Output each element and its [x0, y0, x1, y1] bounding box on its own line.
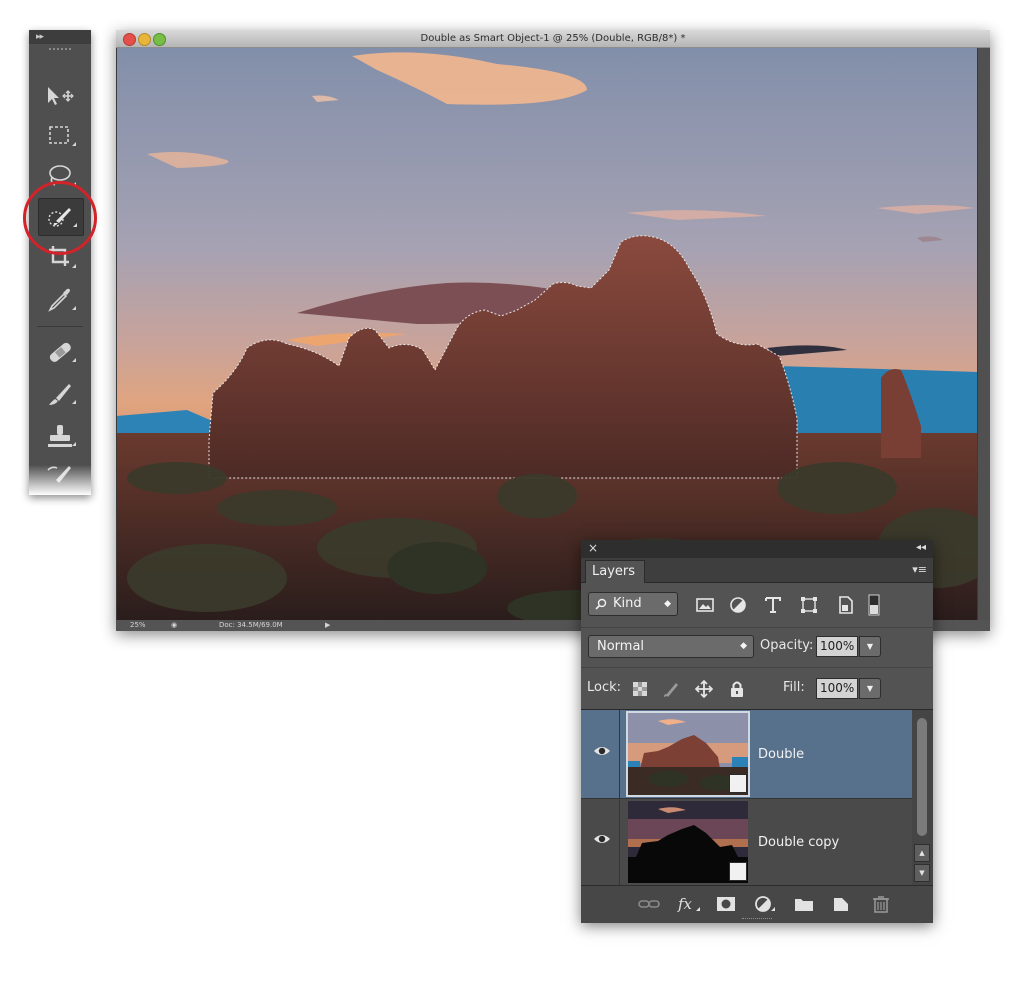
- blend-row: Normal ◆ Opacity: 100% ▼: [581, 627, 933, 668]
- link-layers-icon[interactable]: [636, 893, 662, 915]
- document-size[interactable]: Doc: 34.5M/69.0M: [219, 620, 283, 631]
- brush-icon: [49, 384, 76, 405]
- eyedropper-icon: [48, 288, 76, 312]
- filter-toggle-icon[interactable]: [867, 594, 881, 616]
- pixel-filter-icon[interactable]: [693, 594, 717, 616]
- document-title: Double as Smart Object-1 @ 25% (Double, …: [420, 33, 686, 44]
- opacity-field[interactable]: 100%: [816, 636, 858, 657]
- lasso-icon: [49, 165, 76, 186]
- stamp-icon: [48, 425, 76, 447]
- scroll-up-button[interactable]: ▲: [914, 844, 930, 862]
- eye-icon[interactable]: [593, 831, 611, 847]
- tab-layers[interactable]: Layers: [585, 560, 645, 583]
- panel-resize-grip[interactable]: [742, 918, 772, 922]
- visibility-column: [581, 798, 620, 886]
- canvas-photo: [117, 48, 977, 620]
- panel-menu-icon[interactable]: ▾≡: [912, 563, 927, 576]
- panel-collapse-icon[interactable]: ◂◂: [916, 542, 926, 553]
- layer-thumbnail[interactable]: [628, 801, 748, 883]
- shape-filter-icon[interactable]: [797, 594, 821, 616]
- tools-fade: [29, 465, 91, 495]
- lock-all-icon[interactable]: [727, 679, 747, 699]
- lasso-tool[interactable]: [38, 158, 82, 194]
- filter-kind-select[interactable]: Kind ◆: [588, 592, 678, 616]
- move-tool[interactable]: [38, 78, 82, 114]
- move-icon: [48, 87, 74, 105]
- clone-stamp-tool[interactable]: [38, 418, 82, 454]
- rectangular-marquee-tool[interactable]: [38, 118, 82, 154]
- document-canvas[interactable]: [117, 48, 977, 620]
- brush-tool[interactable]: [38, 376, 82, 412]
- status-menu-arrow-icon[interactable]: ▶: [325, 620, 330, 631]
- group-folder-icon[interactable]: [791, 893, 817, 915]
- type-filter-icon[interactable]: [761, 594, 785, 616]
- lock-transparent-icon[interactable]: [630, 679, 650, 699]
- scroll-down-button[interactable]: ▼: [914, 864, 930, 882]
- layer-row-double[interactable]: Double: [581, 710, 912, 799]
- adjustment-filter-icon[interactable]: [726, 594, 750, 616]
- layer-name[interactable]: Double: [758, 747, 804, 762]
- fx-icon[interactable]: fx: [676, 893, 702, 915]
- layers-panel-tabs: Layers ▾≡: [581, 558, 933, 583]
- tools-grip[interactable]: [49, 48, 71, 60]
- quick-selection-icon: [48, 208, 77, 227]
- layers-panel-footer: fx: [581, 885, 933, 923]
- marquee-icon: [49, 126, 76, 146]
- eye-icon[interactable]: [593, 743, 611, 759]
- blend-mode-value: Normal: [597, 639, 645, 654]
- mask-icon[interactable]: [713, 893, 739, 915]
- document-vertical-scrollbar[interactable]: [978, 48, 990, 620]
- opacity-label: Opacity:: [760, 638, 814, 653]
- zoom-level[interactable]: 25%: [130, 620, 146, 631]
- lock-image-icon[interactable]: [661, 679, 681, 699]
- quick-selection-tool[interactable]: [38, 198, 84, 236]
- layer-row-double-copy[interactable]: Double copy: [581, 798, 912, 886]
- tools-collapse-button[interactable]: ▸▸: [29, 30, 91, 44]
- layer-filter-row: Kind ◆: [581, 583, 933, 627]
- fill-slider-button[interactable]: ▼: [859, 678, 881, 699]
- tools-panel: ▸▸: [29, 30, 91, 495]
- search-icon: [595, 598, 607, 610]
- tools-divider: [37, 326, 83, 327]
- crop-tool[interactable]: [38, 240, 82, 276]
- layers-panel-titlebar[interactable]: × ◂◂: [581, 540, 933, 558]
- chevron-updown-icon: ◆: [664, 599, 671, 609]
- panel-close-icon[interactable]: ×: [588, 541, 598, 555]
- blend-mode-select[interactable]: Normal ◆: [588, 635, 754, 658]
- lock-position-icon[interactable]: [694, 679, 714, 699]
- opacity-slider-button[interactable]: ▼: [859, 636, 881, 657]
- visibility-column: [581, 710, 620, 798]
- bandage-icon: [49, 342, 76, 362]
- document-titlebar[interactable]: Double as Smart Object-1 @ 25% (Double, …: [116, 30, 990, 48]
- crop-icon: [49, 246, 76, 268]
- fill-label: Fill:: [783, 680, 805, 695]
- svg-text:fx: fx: [677, 895, 693, 913]
- layer-list-scrollbar[interactable]: ▲ ▼: [912, 709, 933, 886]
- smart-object-badge-icon: [729, 774, 747, 793]
- spot-healing-brush-tool[interactable]: [38, 334, 82, 370]
- eyedropper-tool[interactable]: [38, 282, 82, 318]
- smart-object-filter-icon[interactable]: [833, 594, 857, 616]
- scroll-thumb[interactable]: [917, 718, 927, 836]
- layer-name[interactable]: Double copy: [758, 835, 839, 850]
- layer-thumbnail[interactable]: [626, 711, 750, 797]
- layers-panel: × ◂◂ Layers ▾≡ Kind ◆ Normal ◆ Opacity: …: [581, 540, 933, 923]
- lock-label: Lock:: [587, 680, 622, 695]
- layer-list: Double Double copy: [581, 709, 912, 886]
- trash-icon[interactable]: [868, 893, 894, 915]
- smart-object-badge-icon: [729, 862, 747, 881]
- adjustment-layer-icon[interactable]: [751, 893, 777, 915]
- lock-row: Lock: Fill: 100% ▼: [581, 667, 933, 710]
- new-layer-icon[interactable]: [828, 893, 854, 915]
- fill-field[interactable]: 100%: [816, 678, 858, 699]
- chevron-updown-icon: ◆: [740, 641, 747, 651]
- status-globe-icon: ◉: [171, 621, 178, 629]
- filter-kind-label: Kind: [613, 596, 642, 611]
